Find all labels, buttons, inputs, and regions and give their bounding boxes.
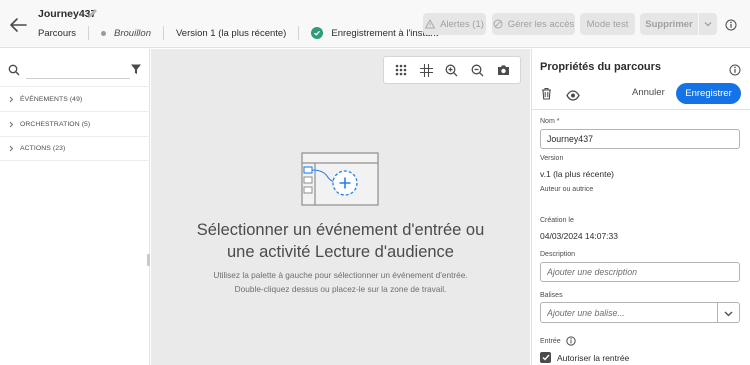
add-activity-illustration: [301, 152, 381, 210]
name-label: Nom *: [540, 118, 559, 125]
tags-label: Balises: [540, 292, 563, 299]
allow-reentry-checkbox[interactable]: [540, 352, 551, 363]
zoom-out-icon[interactable]: [471, 63, 485, 77]
palette-category-label: ORCHESTRATION (5): [20, 120, 91, 128]
author-label: Auteur ou autrice: [540, 186, 594, 193]
allow-reentry-label: Autoriser la rentrée: [557, 352, 630, 363]
tags-combobox: [540, 302, 740, 323]
name-label-text: Nom: [540, 118, 555, 125]
fit-canvas-icon[interactable]: [419, 63, 433, 77]
panel-resize-handle[interactable]: [147, 254, 150, 266]
journey-properties-panel: Propriétés du parcours Annuler Enregistr…: [531, 49, 750, 365]
activity-palette: ÉVÉNEMENTS (49) ORCHESTRATION (5) ACTION…: [0, 49, 150, 365]
palette-category-orchestration[interactable]: ORCHESTRATION (5): [0, 111, 150, 136]
version-value: v.1 (la plus récente): [540, 169, 615, 179]
test-mode-button[interactable]: Mode test: [580, 13, 635, 35]
journey-meta: Parcours Brouillon Version 1 (la plus ré…: [38, 26, 438, 40]
journey-canvas[interactable]: Sélectionner un événement d'entrée ou un…: [151, 49, 530, 365]
description-field[interactable]: [540, 262, 740, 282]
cancel-button[interactable]: Annuler: [632, 87, 665, 98]
delete-label: Supprimer: [645, 18, 693, 30]
filter-icon[interactable]: [130, 62, 142, 74]
name-field[interactable]: [540, 129, 740, 149]
empty-state-title: Sélectionner un événement d'entrée ou un…: [151, 219, 530, 263]
palette-category-events[interactable]: ÉVÉNEMENTS (49): [0, 86, 150, 111]
description-label: Description: [540, 251, 576, 258]
top-header: Journey437 Parcours Brouillon Version 1 …: [0, 0, 750, 48]
status-dot: [101, 30, 107, 36]
panel-actions: Annuler Enregistrer: [532, 81, 750, 107]
grid-icon[interactable]: [394, 63, 408, 77]
chevron-right-icon: [9, 96, 14, 103]
trash-icon[interactable]: [540, 87, 553, 100]
alert-icon: [425, 19, 436, 29]
eye-icon[interactable]: [566, 88, 580, 101]
tags-dropdown-button[interactable]: [717, 303, 739, 322]
info-icon[interactable]: [725, 18, 737, 31]
zoom-in-icon[interactable]: [445, 63, 459, 77]
empty-desc-line: Utilisez la palette à gauche pour sélect…: [213, 270, 468, 280]
empty-title-line: Sélectionner un événement d'entrée ou: [196, 221, 485, 239]
info-icon[interactable]: [565, 336, 576, 346]
tags-input[interactable]: [541, 303, 717, 322]
status-badge: Brouillon: [114, 27, 151, 39]
version-label: Version: [540, 155, 564, 162]
breadcrumb[interactable]: Parcours: [38, 28, 76, 39]
palette-search: [8, 59, 142, 81]
version-label: Version 1 (la plus récente): [175, 27, 287, 39]
checkmark-circle-icon: [311, 27, 324, 39]
delete-button[interactable]: Supprimer: [640, 13, 698, 35]
search-input[interactable]: [26, 61, 130, 79]
save-button[interactable]: Enregistrer: [676, 83, 741, 104]
divider: [88, 26, 90, 40]
arrow-left-icon[interactable]: [8, 16, 28, 34]
chevron-right-icon: [9, 121, 14, 128]
palette-category-label: ÉVÉNEMENTS (49): [20, 95, 83, 103]
chevron-down-icon: [704, 19, 712, 30]
manage-access-button[interactable]: Gérer les accès: [492, 13, 575, 35]
divider: [162, 26, 164, 40]
alerts-button[interactable]: Alertes (1): [423, 13, 486, 35]
chevron-right-icon: [9, 145, 14, 152]
chevron-down-icon: [724, 304, 733, 322]
alerts-label: Alertes (1): [440, 18, 484, 30]
created-value: 04/03/2024 14:07:33: [540, 231, 618, 241]
search-icon: [8, 63, 20, 76]
required-mark: *: [556, 118, 560, 125]
entry-label: Entrée: [540, 337, 561, 345]
divider: [532, 109, 750, 110]
lock-icon: [493, 19, 503, 29]
delete-menu-button[interactable]: [699, 13, 717, 35]
camera-icon[interactable]: [496, 63, 510, 77]
divider: [298, 26, 300, 40]
info-icon[interactable]: [729, 63, 741, 76]
manage-access-label: Gérer les accès: [507, 18, 575, 30]
allow-reentry-option: Autoriser la rentrée: [540, 352, 629, 363]
created-label: Création le: [540, 217, 574, 224]
empty-desc-line: Double-cliquez dessus ou placez-le sur l…: [234, 284, 447, 294]
panel-title: Propriétés du parcours: [540, 61, 662, 73]
palette-category-actions[interactable]: ACTIONS (23): [0, 136, 150, 161]
empty-title-line: une activité Lecture d'audience: [227, 243, 454, 261]
empty-state-description: Utilisez la palette à gauche pour sélect…: [151, 268, 530, 296]
palette-category-label: ACTIONS (23): [20, 145, 66, 152]
entry-section: Entrée: [540, 336, 576, 346]
test-mode-label: Mode test: [586, 18, 629, 30]
canvas-toolbar: [383, 56, 521, 84]
pencil-icon[interactable]: [86, 6, 100, 20]
